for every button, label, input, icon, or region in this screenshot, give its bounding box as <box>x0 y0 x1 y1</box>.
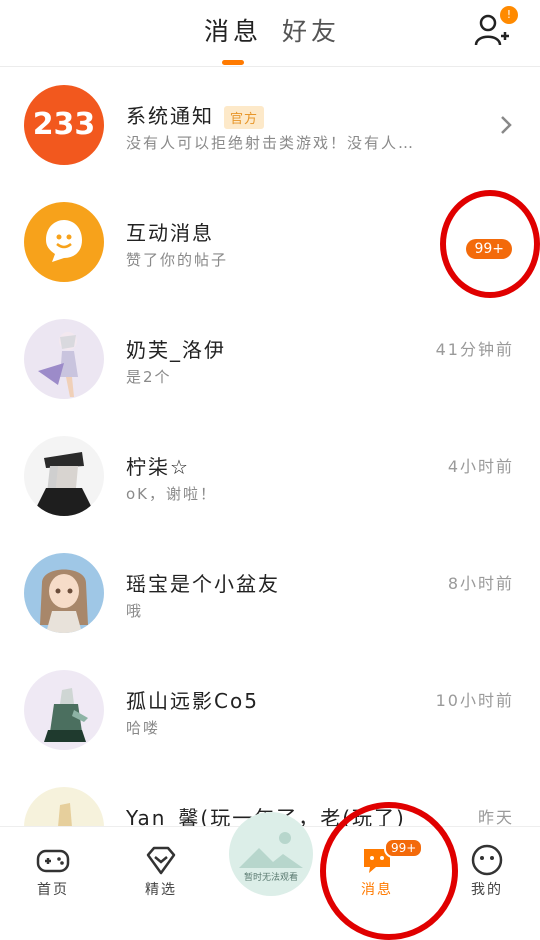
list-item[interactable]: 瑶宝是个小盆友 哦 8小时前 <box>0 540 540 657</box>
official-tag: 官方 <box>224 106 265 129</box>
conversation-name: 孤山远影Co5 <box>126 689 259 713</box>
message-preview: oK，谢啦！ <box>126 485 218 503</box>
conversation-name: 互动消息 <box>126 221 214 245</box>
message-preview: 哦 <box>126 602 144 620</box>
message-preview: 是2个 <box>126 368 172 386</box>
chevron-right-icon <box>501 116 512 134</box>
list-item[interactable]: 孤山远影Co5 哈喽 10小时前 <box>0 657 540 774</box>
avatar: 233 <box>24 85 104 165</box>
message-preview: 没有人可以拒绝射击类游戏！没有人… <box>126 134 416 152</box>
video-placeholder[interactable]: 暂时无法观看 <box>229 812 313 896</box>
nav-mine[interactable]: 我的 <box>442 827 532 916</box>
chat-bubble-icon <box>46 220 82 262</box>
nav-featured[interactable]: 精选 <box>116 827 206 916</box>
conversation-name: 瑶宝是个小盆友 <box>126 572 280 596</box>
messages-nav-badge: 99+ <box>384 838 424 858</box>
active-tab-indicator <box>222 60 244 65</box>
message-time: 10小时前 <box>435 691 514 710</box>
tab-messages[interactable]: 消息 <box>204 12 262 48</box>
smiley-face-icon <box>471 844 503 876</box>
conversation-name: 柠柒☆ <box>126 455 190 479</box>
tab-friends[interactable]: 好友 <box>282 12 340 48</box>
avatar <box>24 670 104 750</box>
message-time: 4小时前 <box>447 457 514 476</box>
conversation-name: 系统通知 官方 <box>126 100 265 129</box>
message-time: 昨天 <box>477 808 514 827</box>
avatar <box>24 202 104 282</box>
nav-home[interactable]: 首页 <box>8 827 98 916</box>
list-item-system-notice[interactable]: 233 系统通知 官方 没有人可以拒绝射击类游戏！没有人… <box>0 72 540 189</box>
nav-messages-label: 消息 <box>361 882 393 898</box>
video-placeholder-text: 暂时无法观看 <box>243 873 298 883</box>
unread-count-badge: 99+ <box>466 239 512 259</box>
nav-home-label: 首页 <box>37 882 69 898</box>
message-time: 41分钟前 <box>435 340 514 359</box>
top-header: 消息 好友 ! <box>0 0 540 67</box>
message-preview: 赞了你的帖子 <box>126 251 229 269</box>
featured-heart-icon <box>146 846 176 875</box>
avatar <box>24 436 104 516</box>
nav-mine-label: 我的 <box>471 882 503 898</box>
landscape-icon <box>239 832 303 868</box>
list-item[interactable]: 柠柒☆ oK，谢啦！ 4小时前 <box>0 423 540 540</box>
gamepad-icon <box>36 849 70 873</box>
message-time: 8小时前 <box>447 574 514 593</box>
add-friend-badge: ! <box>500 6 518 24</box>
list-item[interactable]: 奶芙_洛伊 是2个 41分钟前 <box>0 306 540 423</box>
message-preview: 哈喽 <box>126 719 161 737</box>
nav-featured-label: 精选 <box>145 882 177 898</box>
avatar <box>24 553 104 633</box>
list-item-interactions[interactable]: 互动消息 赞了你的帖子 99+ <box>0 189 540 306</box>
avatar <box>24 319 104 399</box>
conversation-name: 奶芙_洛伊 <box>126 338 226 362</box>
